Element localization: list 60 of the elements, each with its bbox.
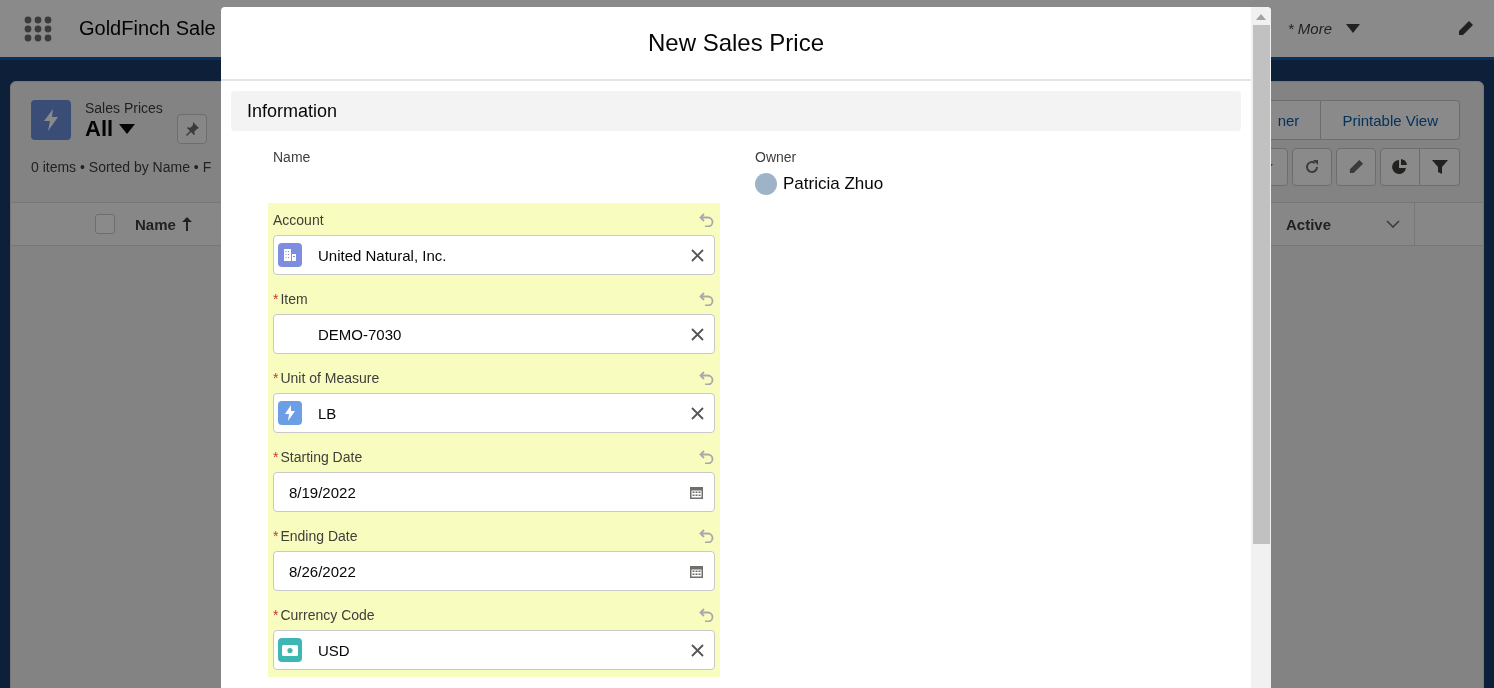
undo-icon[interactable]	[699, 449, 715, 464]
date-field[interactable]: 8/19/2022	[273, 472, 715, 512]
building-icon	[283, 248, 297, 262]
chart-button[interactable]	[1380, 148, 1420, 186]
app-launcher-icon[interactable]	[24, 15, 52, 42]
close-icon[interactable]	[691, 643, 704, 657]
lookup-field[interactable]: United Natural, Inc.	[273, 235, 715, 275]
more-tab[interactable]: * More	[1287, 20, 1332, 37]
field-label: *Starting Date	[273, 448, 363, 465]
scrollbar[interactable]	[1251, 7, 1271, 688]
refresh-button[interactable]	[1292, 148, 1332, 186]
list-summary: 0 items • Sorted by Name • F	[31, 159, 212, 175]
filter-icon	[1431, 159, 1448, 175]
field-label: *Ending Date	[273, 527, 358, 544]
close-icon[interactable]	[691, 406, 704, 420]
pencil-icon	[1348, 159, 1364, 175]
undo-icon[interactable]	[699, 291, 715, 306]
field-label: *Unit of Measure	[273, 369, 380, 386]
undo-icon[interactable]	[699, 212, 715, 227]
banknote-icon	[282, 644, 298, 656]
section-header[interactable]: Information	[231, 91, 1241, 131]
lightning-icon	[284, 405, 296, 421]
edit-button[interactable]	[1336, 148, 1376, 186]
pin-button[interactable]	[176, 114, 207, 144]
filter-button[interactable]	[1420, 148, 1460, 186]
undo-icon[interactable]	[699, 370, 715, 385]
field-label: *Item	[273, 290, 308, 307]
field-label: Name	[272, 149, 312, 165]
undo-icon[interactable]	[699, 607, 715, 622]
object-name: Sales Prices	[85, 100, 163, 116]
caret-icon[interactable]	[119, 124, 136, 134]
lightning-icon	[31, 100, 71, 140]
column-header[interactable]: Name	[135, 215, 176, 233]
lookup-field[interactable]: LB	[273, 393, 715, 433]
column-header[interactable]: Active	[1286, 215, 1332, 233]
pie-chart-icon	[1392, 159, 1408, 175]
scroll-up-icon[interactable]	[1256, 14, 1266, 20]
close-icon[interactable]	[691, 327, 704, 341]
chevron-icon[interactable]	[1386, 220, 1400, 228]
field-label: Owner	[755, 149, 798, 165]
date-field[interactable]: 8/26/2022	[273, 551, 715, 591]
modal-title: New Sales Price	[647, 29, 825, 57]
field-label: Account	[273, 211, 324, 228]
calendar-icon[interactable]	[689, 563, 704, 579]
lookup-field[interactable]: USD	[273, 630, 715, 670]
lookup-field[interactable]: DEMO-7030	[273, 314, 715, 354]
list-view-button[interactable]: Printable View	[1321, 100, 1460, 140]
select-all-checkbox[interactable]	[95, 214, 115, 234]
list-view-name: All	[85, 116, 114, 142]
app-title: GoldFinch Sale	[79, 17, 217, 40]
caret-icon[interactable]	[1346, 24, 1360, 33]
pencil-icon[interactable]	[1457, 20, 1474, 37]
close-icon[interactable]	[691, 248, 704, 262]
calendar-icon[interactable]	[689, 484, 704, 500]
owner-name[interactable]: Patricia Zhuo	[783, 174, 884, 194]
pin-icon	[184, 122, 199, 136]
avatar	[755, 173, 777, 195]
undo-icon[interactable]	[699, 528, 715, 543]
field-label: *Currency Code	[273, 606, 375, 623]
refresh-icon	[1304, 159, 1320, 175]
